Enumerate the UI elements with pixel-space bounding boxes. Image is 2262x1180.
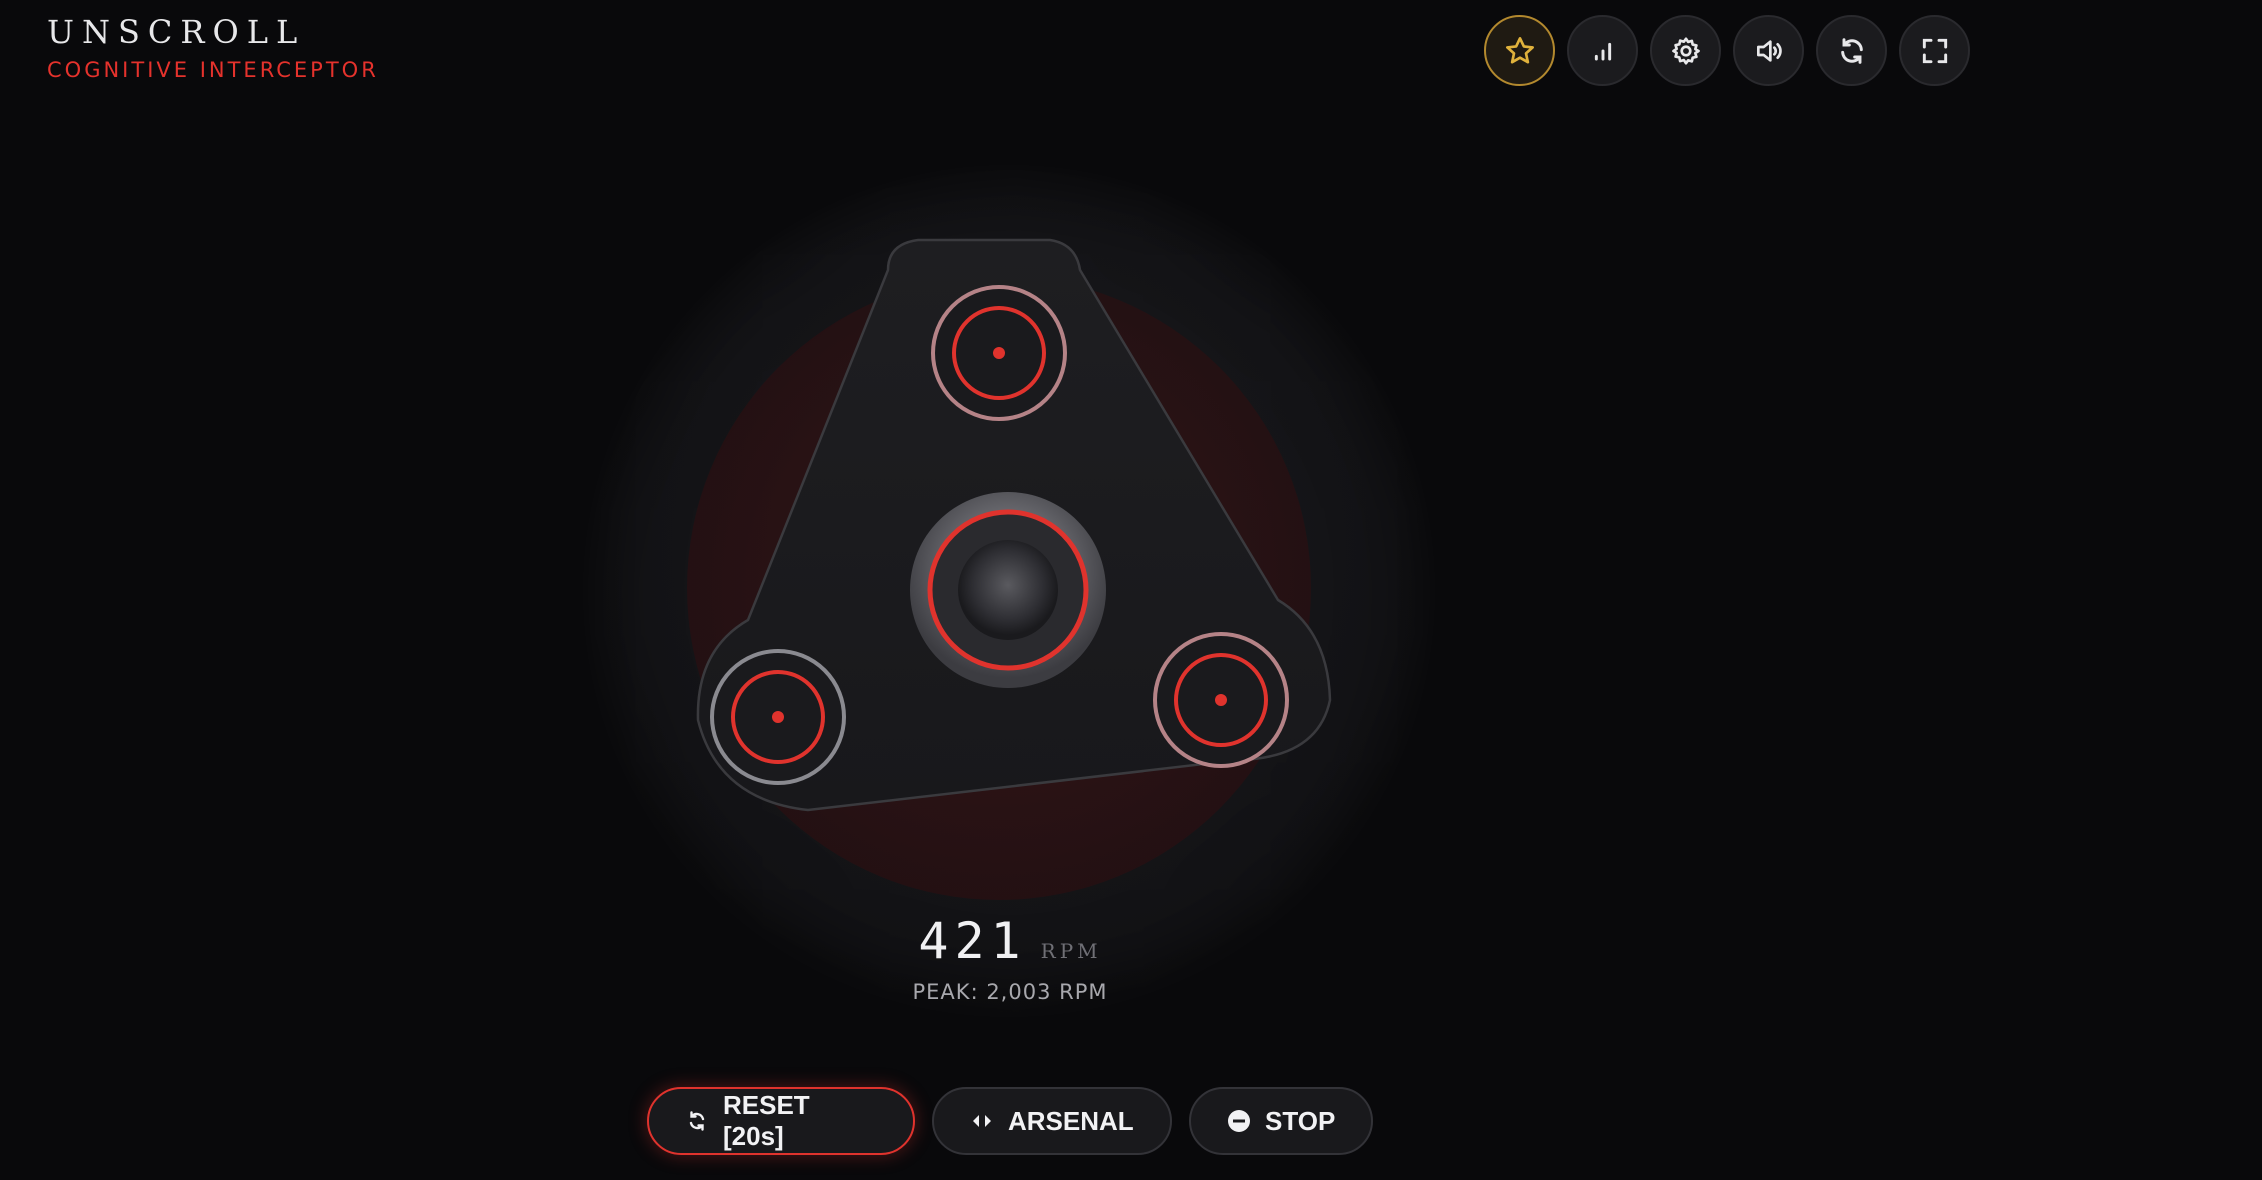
bearing-top-dot: [993, 347, 1005, 359]
rpm-line: 421 RPM: [0, 912, 2020, 970]
settings-button[interactable]: [1650, 15, 1721, 86]
star-icon: [1505, 36, 1534, 64]
rpm-value: 421: [918, 912, 1027, 970]
peak-rpm: PEAK: 2,003 RPM: [912, 980, 1108, 1004]
refresh-icon: [1840, 37, 1863, 64]
bottom-controls: RESET [20s] ARSENAL STOP: [647, 1087, 1373, 1155]
top-toolbar: [1484, 15, 1970, 86]
fidget-spinner[interactable]: [588, 170, 1430, 1012]
fullscreen-icon: [1922, 38, 1947, 63]
sync-button[interactable]: [1816, 15, 1887, 86]
bearing-left-dot: [772, 711, 784, 723]
stop-button[interactable]: STOP: [1189, 1087, 1373, 1155]
reset-icon: [689, 1111, 705, 1131]
brand: UNSCROLL COGNITIVE INTERCEPTOR: [47, 12, 379, 82]
bearing-right-dot: [1215, 694, 1227, 706]
reset-button[interactable]: RESET [20s]: [647, 1087, 915, 1155]
arsenal-label: ARSENAL: [1008, 1105, 1134, 1136]
reset-label: RESET [20s]: [723, 1090, 810, 1151]
fullscreen-button[interactable]: [1899, 15, 1970, 86]
volume-icon: [1756, 39, 1782, 62]
rpm-readout: 421 RPM PEAK: 2,003 RPM: [0, 912, 2020, 1004]
stats-button[interactable]: [1567, 15, 1638, 86]
stop-label: STOP: [1265, 1105, 1336, 1136]
bar-chart-icon: [1594, 42, 1611, 60]
app-title: UNSCROLL: [47, 13, 306, 51]
sound-button[interactable]: [1733, 15, 1804, 86]
app-root: UNSCROLL COGNITIVE INTERCEPTOR 421 RPM P…: [0, 0, 2262, 1180]
app-subtitle: COGNITIVE INTERCEPTOR: [47, 58, 379, 82]
rpm-unit: RPM: [1040, 939, 1102, 963]
spinner-stage[interactable]: [588, 170, 1430, 1012]
favorite-button[interactable]: [1484, 15, 1555, 86]
gear-icon: [1671, 36, 1700, 65]
stop-icon: [1228, 1110, 1250, 1132]
hub-cap: [958, 540, 1058, 640]
arsenal-button[interactable]: ARSENAL: [932, 1087, 1172, 1155]
code-arrows-icon: [973, 1115, 991, 1127]
